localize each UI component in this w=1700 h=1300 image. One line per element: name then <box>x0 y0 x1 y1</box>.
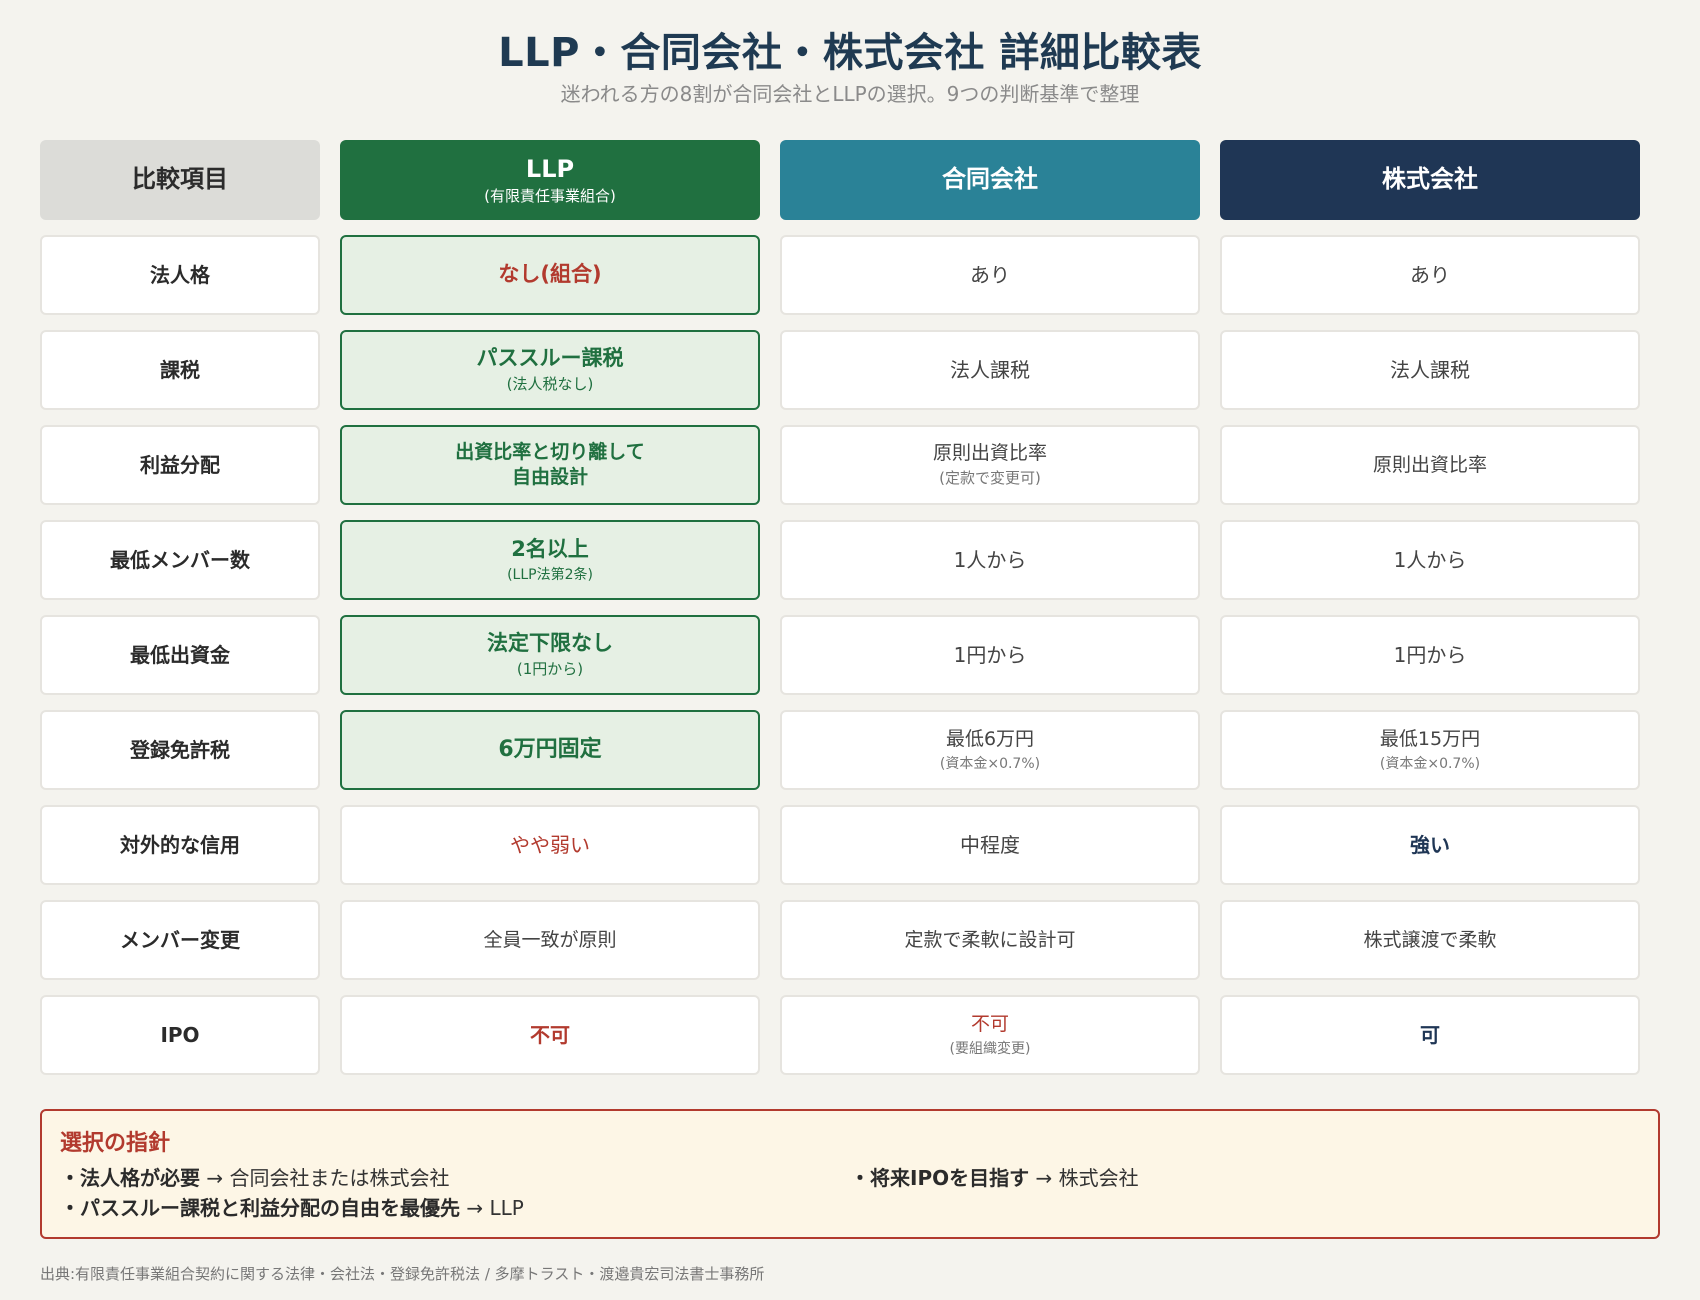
cell-kk: 株式譲渡で柔軟 <box>1220 900 1640 980</box>
row-label: 最低メンバー数 <box>40 520 320 600</box>
cell-gk: 最低6万円 (資本金×0.7%) <box>780 710 1200 790</box>
cell-main: 1円から <box>1393 643 1467 667</box>
cell-gk: 原則出資比率 (定款で変更可) <box>780 425 1200 505</box>
cell-kk: あり <box>1220 235 1640 315</box>
row-label: 利益分配 <box>40 425 320 505</box>
cell-llp: パススルー課税 (法人税なし) <box>340 330 760 410</box>
cell-main: 法人課税 <box>950 358 1030 382</box>
cell-llp: なし(組合) <box>340 235 760 315</box>
header-llp-sub: (有限責任事業組合) <box>484 186 616 205</box>
cell-kk: 法人課税 <box>1220 330 1640 410</box>
cell-sub: (定款で変更可) <box>939 469 1041 488</box>
header-kk-name: 株式会社 <box>1382 165 1478 194</box>
header-kk: 株式会社 <box>1220 140 1640 220</box>
row-label: 課税 <box>40 330 320 410</box>
guide-item-rest: → 合同会社または株式会社 <box>200 1166 450 1190</box>
guide-item: ・法人格が必要 → 合同会社または株式会社 <box>60 1163 850 1193</box>
cell-kk: 原則出資比率 <box>1220 425 1640 505</box>
comparison-table: 比較項目 LLP (有限責任事業組合) 合同会社 株式会社 法人格 なし(組合)… <box>40 140 1640 1075</box>
cell-main: 1円から <box>953 643 1027 667</box>
cell-main: 原則出資比率 <box>1372 453 1487 476</box>
header-item-label: 比較項目 <box>132 165 228 194</box>
cell-main: 株式譲渡で柔軟 <box>1363 928 1497 951</box>
guide-title: 選択の指針 <box>60 1131 171 1156</box>
guide-item: ・パススルー課税と利益分配の自由を最優先 → LLP <box>60 1193 850 1223</box>
cell-main: やや弱い <box>510 833 590 857</box>
cell-llp: 出資比率と切り離して 自由設計 <box>340 425 760 505</box>
guide-item: ・将来IPOを目指す → 株式会社 <box>850 1163 1640 1193</box>
guide-item-bold: ・パススルー課税と利益分配の自由を最優先 <box>60 1196 460 1220</box>
cell-main: 1人から <box>1393 548 1467 572</box>
cell-kk: 1円から <box>1220 615 1640 695</box>
cell-llp: 不可 <box>340 995 760 1075</box>
cell-gk: 法人課税 <box>780 330 1200 410</box>
guide-item-bold: ・将来IPOを目指す <box>850 1166 1030 1190</box>
cell-main: 最低6万円 <box>945 728 1035 751</box>
header-item: 比較項目 <box>40 140 320 220</box>
cell-main: 不可 <box>530 1023 570 1047</box>
cell-gk: 中程度 <box>780 805 1200 885</box>
cell-main: パススルー課税 <box>476 346 624 371</box>
cell-main: 中程度 <box>960 833 1020 857</box>
row-label: メンバー変更 <box>40 900 320 980</box>
cell-kk: 1人から <box>1220 520 1640 600</box>
cell-sub: (要組織変更) <box>949 1040 1031 1057</box>
cell-main: 定款で柔軟に設計可 <box>904 928 1076 951</box>
cell-main: あり <box>1410 263 1450 287</box>
row-label: 対外的な信用 <box>40 805 320 885</box>
row-label: 登録免許税 <box>40 710 320 790</box>
cell-llp: 6万円固定 <box>340 710 760 790</box>
cell-sub: (資本金×0.7%) <box>1379 755 1481 772</box>
cell-main: 出資比率と切り離して <box>455 441 645 464</box>
row-label: 最低出資金 <box>40 615 320 695</box>
cell-main: なし(組合) <box>498 262 602 287</box>
page-subtitle: 迷われる方の8割が合同会社とLLPの選択。9つの判断基準で整理 <box>560 82 1140 106</box>
header-llp-name: LLP <box>525 154 575 183</box>
guide-item-rest: → 株式会社 <box>1029 1166 1139 1190</box>
cell-main: 全員一致が原則 <box>483 928 617 951</box>
header-gk: 合同会社 <box>780 140 1200 220</box>
cell-gk: 1円から <box>780 615 1200 695</box>
cell-main: あり <box>970 263 1010 287</box>
guide-item-bold: ・法人格が必要 <box>60 1166 200 1190</box>
cell-kk: 可 <box>1220 995 1640 1075</box>
cell-gk: 定款で柔軟に設計可 <box>780 900 1200 980</box>
cell-main: 可 <box>1420 1023 1440 1047</box>
cell-llp: 法定下限なし (1円から) <box>340 615 760 695</box>
cell-main: 不可 <box>970 1013 1009 1036</box>
cell-main: 原則出資比率 <box>932 442 1047 465</box>
cell-main-2: 自由設計 <box>511 466 588 488</box>
cell-kk: 強い <box>1220 805 1640 885</box>
cell-llp: 全員一致が原則 <box>340 900 760 980</box>
row-label: IPO <box>40 995 320 1075</box>
page-title: LLP・合同会社・株式会社 詳細比較表 <box>498 30 1202 76</box>
header-llp: LLP (有限責任事業組合) <box>340 140 760 220</box>
selection-guide: 選択の指針 ・法人格が必要 → 合同会社または株式会社 ・パススルー課税と利益分… <box>40 1109 1660 1239</box>
cell-main: 最低15万円 <box>1379 728 1481 751</box>
cell-main: 法人課税 <box>1390 358 1470 382</box>
cell-main: 1人から <box>953 548 1027 572</box>
cell-sub: (1円から) <box>516 660 584 679</box>
cell-kk: 最低15万円 (資本金×0.7%) <box>1220 710 1640 790</box>
cell-llp: 2名以上 (LLP法第2条) <box>340 520 760 600</box>
cell-main: 法定下限なし <box>487 631 613 656</box>
guide-item-rest: → LLP <box>460 1196 524 1220</box>
cell-sub: (法人税なし) <box>506 375 594 394</box>
cell-main: 6万円固定 <box>498 736 602 762</box>
cell-main: 2名以上 <box>511 536 589 561</box>
cell-gk: 不可 (要組織変更) <box>780 995 1200 1075</box>
row-label: 法人格 <box>40 235 320 315</box>
cell-sub: (LLP法第2条) <box>507 567 593 584</box>
cell-sub: (資本金×0.7%) <box>939 755 1041 772</box>
cell-llp: やや弱い <box>340 805 760 885</box>
cell-gk: あり <box>780 235 1200 315</box>
cell-main: 強い <box>1410 833 1450 857</box>
source-footer: 出典:有限責任事業組合契約に関する法律・会社法・登録免許税法 / 多摩トラスト・… <box>40 1265 765 1283</box>
cell-gk: 1人から <box>780 520 1200 600</box>
header-gk-name: 合同会社 <box>942 165 1038 194</box>
